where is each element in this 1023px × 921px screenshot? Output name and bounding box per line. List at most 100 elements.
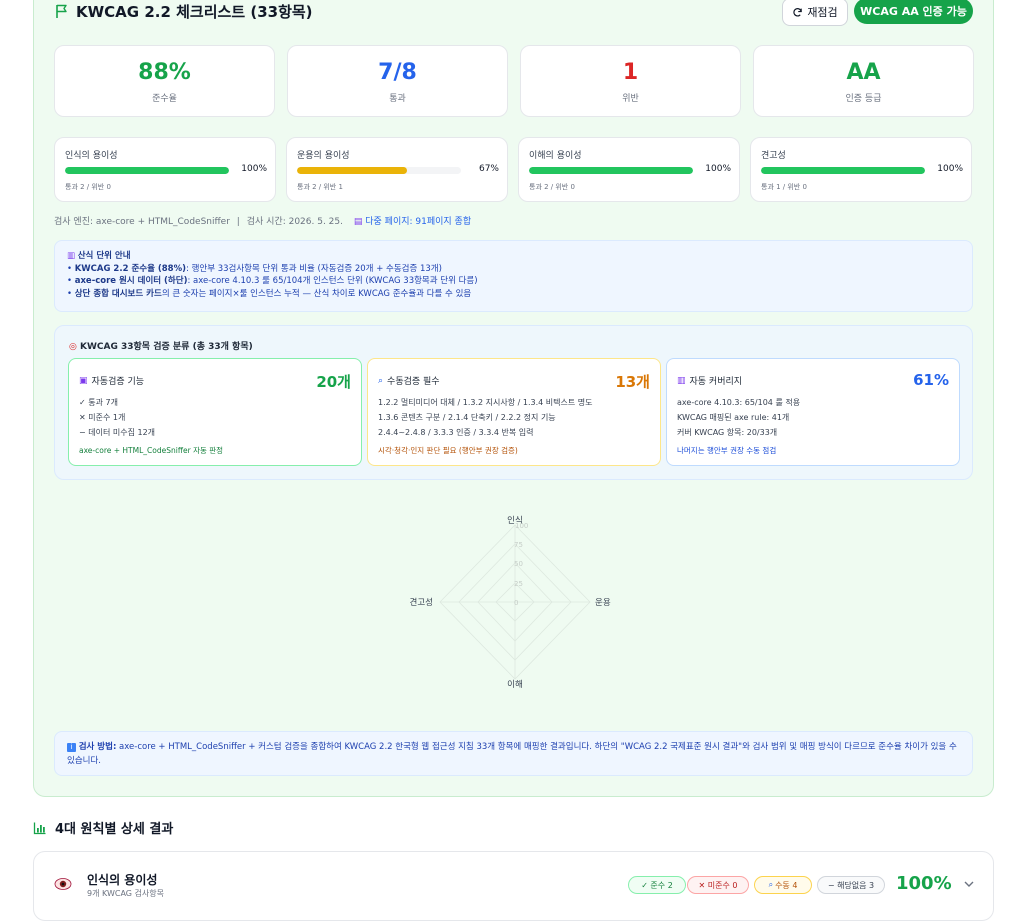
- radar-chart: 인식 운용 이해 견고성 100 75 50 25 0: [410, 515, 611, 690]
- progress-percent: 100%: [241, 164, 267, 174]
- class-card-foot: 시각·청각·인지 판단 필요 (행안부 권장 검증): [378, 446, 518, 455]
- info-icon: i: [67, 743, 76, 752]
- class-card-title: 수동검증 필수: [387, 377, 440, 387]
- eye-icon: [54, 876, 72, 895]
- classification-title: ◎ KWCAG 33항목 검증 분류 (총 33개 항목): [69, 339, 253, 352]
- classification-box: ◎ KWCAG 33항목 검증 분류 (총 33개 항목) ▣ 자동검증 기능 2…: [54, 325, 973, 480]
- stat-label: 준수율: [152, 94, 177, 104]
- meta-separator: |: [236, 217, 240, 227]
- stat-label: 위반: [622, 94, 639, 104]
- class-card-lines: axe-core 4.10.3: 65/104 룰 적용 KWCAG 매핑된 a…: [677, 395, 800, 440]
- progress-title: 운용의 용이성: [297, 151, 350, 161]
- progress-card-robust: 견고성 100% 통과 1 / 위반 0: [750, 137, 972, 202]
- robot-icon: ▣: [79, 375, 88, 386]
- radar-axis-label: 이해: [507, 679, 523, 690]
- target-icon: ◎: [69, 342, 77, 352]
- bar-chart-icon: [33, 822, 46, 834]
- stat-label: 인증 등급: [845, 94, 882, 104]
- progress-fill: [297, 167, 407, 174]
- class-card-header: ▥ 자동 커버리지: [677, 374, 743, 388]
- note-line2-bold: axe-core 원시 데이터 (하단): [74, 276, 188, 286]
- progress-sub: 통과 2 / 위반 0: [65, 183, 111, 191]
- progress-fill: [529, 167, 693, 174]
- progress-title: 인식의 용이성: [65, 151, 118, 161]
- class-card-line: axe-core 4.10.3: 65/104 룰 적용: [677, 398, 801, 407]
- class-card-foot: axe-core + HTML_CodeSniffer 자동 판정: [79, 446, 224, 455]
- pill-pass: ✓ 준수 2: [628, 876, 686, 894]
- method-text: axe-core + HTML_CodeSniffer + 커스텀 검증을 종합…: [67, 742, 957, 766]
- progress-track: [65, 167, 229, 174]
- progress-sub: 통과 2 / 위반 0: [529, 183, 575, 191]
- note-title: 산식 단위 안내: [77, 251, 131, 261]
- progress-percent: 67%: [478, 164, 499, 174]
- class-card-line: − 데이터 미수집 12개: [79, 428, 156, 437]
- class-card-lines: 1.2.2 멀티미디어 대체 / 1.3.2 지시사항 / 1.3.4 비텍스트…: [378, 395, 592, 440]
- stat-card-violation: 1 위반: [520, 45, 741, 117]
- stat-value: AA: [846, 60, 881, 85]
- recheck-label: 재점검: [807, 6, 838, 19]
- class-card-manual: ⌕ 수동검증 필수 13개 1.2.2 멀티미디어 대체 / 1.3.2 지시사항…: [367, 358, 661, 466]
- stat-card-grade: AA 인증 등급: [753, 45, 974, 117]
- pill-manual: ⌕ 수동 4: [754, 876, 812, 894]
- radar-tick: 100: [515, 522, 528, 530]
- progress-fill: [65, 167, 229, 174]
- section-title: 4대 원칙별 상세 결과: [33, 818, 173, 837]
- class-card-line: 1.3.6 콘텐츠 구분 / 2.1.4 단축키 / 2.2.2 정지 기능: [378, 413, 556, 422]
- principle-name: 인식의 용이성: [87, 873, 158, 887]
- radar-tick: 75: [514, 541, 523, 549]
- radar-tick: 0: [514, 599, 518, 607]
- class-card-count: 13개: [615, 373, 650, 391]
- progress-title: 견고성: [761, 151, 786, 161]
- stat-label: 통과: [389, 94, 406, 104]
- chevron-down-icon[interactable]: [963, 878, 975, 890]
- class-card-line: KWCAG 매핑된 axe rule: 41개: [677, 413, 790, 422]
- stat-card-pass: 7/8 통과: [287, 45, 508, 117]
- class-card-count: 61%: [913, 371, 949, 389]
- class-card-auto: ▣ 자동검증 기능 20개 ✓ 통과 7개 ✕ 미준수 1개 − 데이터 미수집 …: [68, 358, 362, 466]
- class-card-lines: ✓ 통과 7개 ✕ 미준수 1개 − 데이터 미수집 12개: [79, 395, 155, 440]
- class-card-foot: 나머지는 행안부 권장 수동 점검: [677, 446, 777, 455]
- class-card-header: ▣ 자동검증 기능: [79, 374, 145, 388]
- class-card-line: 커버 KWCAG 항목: 20/33개: [677, 428, 778, 437]
- principle-percent: 100%: [896, 873, 952, 894]
- document-icon: ▤: [353, 217, 363, 227]
- cert-badge-button[interactable]: WCAG AA 인증 가능: [854, 0, 973, 24]
- bar-chart-icon: ▥: [677, 375, 686, 386]
- page-title: KWCAG 2.2 체크리스트 (33항목): [76, 3, 313, 21]
- principle-count: 9개 KWCAG 검사항목: [87, 889, 164, 898]
- multi-page-link[interactable]: 다중 페이지: 91페이지 종합: [365, 217, 471, 227]
- class-card-header: ⌕ 수동검증 필수: [378, 374, 440, 388]
- note-line3-text: 의 큰 숫자는 페이지×룰 인스턴스 누적 — 산식 차이로 KWCAG 준수율…: [161, 288, 472, 299]
- progress-sub: 통과 2 / 위반 1: [297, 183, 343, 191]
- scan-meta: 검사 엔진: axe-core + HTML_CodeSniffer | 검사 …: [54, 214, 471, 227]
- note-line1-text: : 행안부 33검사항목 단위 통과 비율 (자동검증 20개 + 수동검증 1…: [186, 263, 442, 274]
- magnifier-icon: ⌕: [378, 375, 384, 386]
- recheck-button[interactable]: 재점검: [782, 0, 848, 26]
- note-line3-bold: 상단 종합 대시보드 카드: [74, 288, 162, 299]
- principle-row-perceivable[interactable]: 인식의 용이성 9개 KWCAG 검사항목 ✓ 준수 2 ✕ 미준수 0 ⌕ 수동…: [33, 851, 994, 921]
- scan-time: 검사 시간: 2026. 5. 25.: [246, 217, 343, 227]
- radar-tick: 50: [514, 560, 523, 568]
- class-card-line: 2.4.4~2.4.8 / 3.3.3 인증 / 3.3.4 반복 입력: [378, 428, 534, 437]
- stat-value: 88%: [138, 60, 191, 85]
- stat-card-compliance: 88% 준수율: [54, 45, 275, 117]
- pill-na: − 해당없음 3: [817, 876, 885, 894]
- progress-track: [529, 167, 693, 174]
- method-label: 검사 방법:: [78, 742, 117, 752]
- progress-card-perceivable: 인식의 용이성 100% 통과 2 / 위반 0: [54, 137, 276, 202]
- progress-title: 이해의 용이성: [529, 151, 582, 161]
- formula-note: ▥ 산식 단위 안내 • KWCAG 2.2 준수율 (88%): 행안부 33…: [54, 240, 973, 312]
- pill-manual-label: 수동 4: [775, 880, 798, 890]
- radar-axis-label: 견고성: [410, 597, 433, 608]
- progress-card-operable: 운용의 용이성 67% 통과 2 / 위반 1: [286, 137, 508, 202]
- progress-percent: 100%: [705, 164, 731, 174]
- radar-axis-label: 운용: [595, 598, 611, 608]
- class-card-line: ✕ 미준수 1개: [79, 413, 126, 422]
- class-card-title: 자동검증 기능: [91, 377, 145, 387]
- flag-icon: [56, 4, 67, 18]
- stat-value: 1: [622, 60, 639, 85]
- chart-icon: ▥: [67, 251, 76, 261]
- class-card-title: 자동 커버리지: [689, 377, 743, 387]
- progress-card-understandable: 이해의 용이성 100% 통과 2 / 위반 0: [518, 137, 740, 202]
- progress-percent: 100%: [937, 164, 963, 174]
